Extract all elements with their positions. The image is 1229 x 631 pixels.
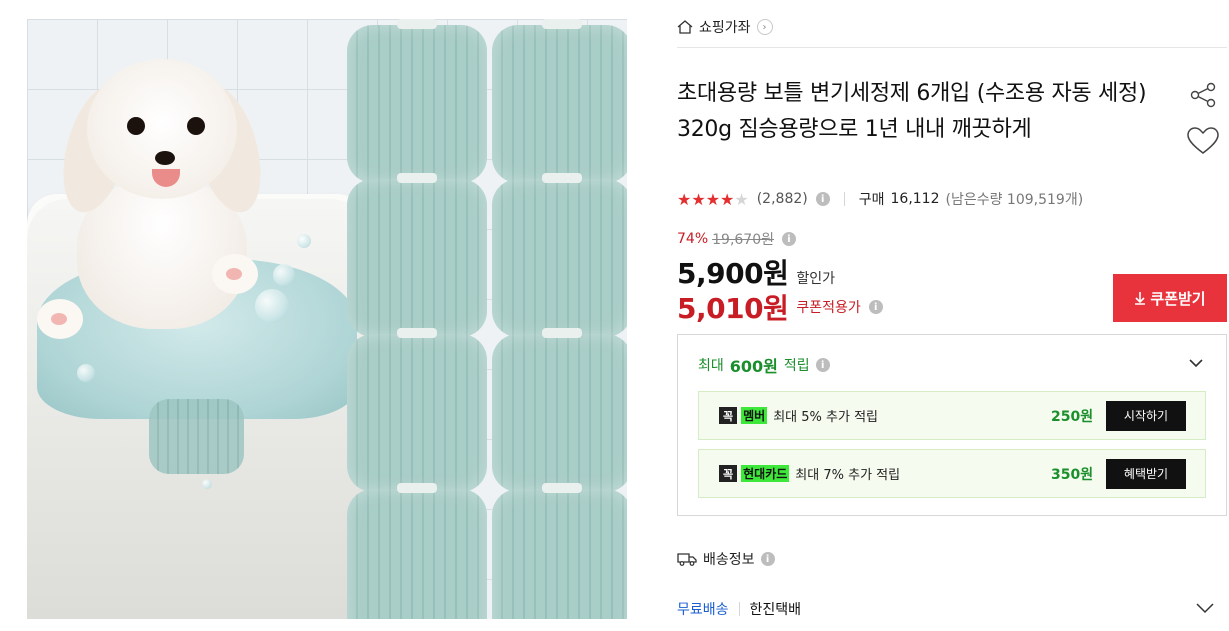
sale-price-row: 5,900원 할인가 [677,252,835,292]
remaining-stock: (남은수량 109,519개) [945,192,1084,208]
shipping-header: 배송정보 i [677,549,775,569]
carrier-label: 한진택배 [749,602,802,618]
coupon-price: 5,010원 [677,292,789,325]
divider [677,47,1227,48]
purchase-count: 16,112 [890,191,940,207]
bottle-5 [347,328,487,492]
submerged-bottle [149,399,244,474]
chevron-right-icon[interactable]: › [756,19,773,35]
bubble [202,479,212,489]
bubble [273,264,295,286]
reward-max-amount: 600원 [729,357,778,376]
bottle-1 [347,19,487,183]
reward-card-hyundai: 꼭 현대카드 최대 7% 추가 적립 350원 혜택받기 [698,449,1206,498]
shipping-row[interactable]: 무료배송 한진택배 [677,599,801,619]
bubble [297,234,311,248]
separator [738,602,740,616]
get-benefit-button[interactable]: 혜택받기 [1106,458,1186,489]
rating-row: ★★★★★ (2,882) i 구매 16,112 (남은수량 109,519개… [677,188,1083,210]
bottle-4 [492,173,627,337]
reward-card-member: 꼭 멤버 최대 5% 추가 적립 250원 시작하기 [698,391,1206,440]
home-icon [677,20,693,34]
truck-icon [677,553,697,566]
bottle-3 [347,173,487,337]
info-icon[interactable]: i [815,358,830,372]
bottle-6 [492,328,627,492]
star-rating[interactable]: ★★★★★ [677,190,749,209]
product-image[interactable] [27,19,627,619]
puppy-paw [37,299,83,339]
info-icon[interactable]: i [868,300,883,314]
download-icon [1135,292,1146,305]
separator [843,192,845,206]
info-icon[interactable]: i [760,552,775,566]
reward-desc: 최대 5% 추가 적립 [773,410,878,425]
original-price: 19,670원 [712,232,774,248]
coupon-button-label: 쿠폰받기 [1150,289,1206,308]
discount-row: 74% 19,670원 i [677,229,796,249]
bottle-7 [347,483,487,619]
bottle-2 [492,19,627,183]
bottle-8 [492,483,627,619]
coupon-download-button[interactable]: 쿠폰받기 [1113,274,1227,322]
purchase-label: 구매 [858,192,885,208]
info-icon[interactable]: i [782,232,796,246]
heart-icon[interactable] [1186,126,1220,156]
sale-price-label: 할인가 [796,271,835,287]
coupon-price-label: 쿠폰적용가 [796,300,861,316]
shipping-title: 배송정보 [703,552,755,568]
info-icon[interactable]: i [815,192,830,206]
reward-summary[interactable]: 최대 600원 적립 i [698,353,830,377]
reward-amount: 250원 [1051,408,1094,425]
breadcrumb[interactable]: 쇼핑가좌 › [677,17,773,37]
chevron-down-icon[interactable] [1188,355,1204,371]
product-title: 초대용량 보틀 변기세정제 6개입 (수조용 자동 세정) 320g 짐승용량으… [677,81,1147,142]
start-membership-button[interactable]: 시작하기 [1106,400,1186,431]
bubble [255,289,289,323]
reward-prefix: 최대 [698,358,724,374]
bubble [77,364,95,382]
sale-price: 5,900원 [677,257,789,290]
coupon-price-row: 5,010원 쿠폰적용가 i [677,287,883,327]
chevron-down-icon[interactable] [1196,602,1214,614]
badge-icon: 꼭 [719,465,738,482]
discount-percent: 74% [677,231,709,247]
reward-amount: 350원 [1051,466,1094,483]
reward-highlight: 현대카드 [741,465,790,482]
puppy-paw [212,254,258,294]
reward-desc: 최대 7% 추가 적립 [795,468,901,483]
review-count[interactable]: (2,882) [757,191,808,207]
reward-suffix: 적립 [783,358,810,374]
free-shipping-label: 무료배송 [677,602,729,618]
badge-icon: 꼭 [719,407,738,424]
share-icon[interactable] [1188,80,1218,110]
reward-highlight: 멤버 [741,407,768,424]
reward-panel: 최대 600원 적립 i 꼭 멤버 최대 5% 추가 적립 250원 시작하기 … [677,334,1227,516]
breadcrumb-label[interactable]: 쇼핑가좌 [699,17,751,37]
